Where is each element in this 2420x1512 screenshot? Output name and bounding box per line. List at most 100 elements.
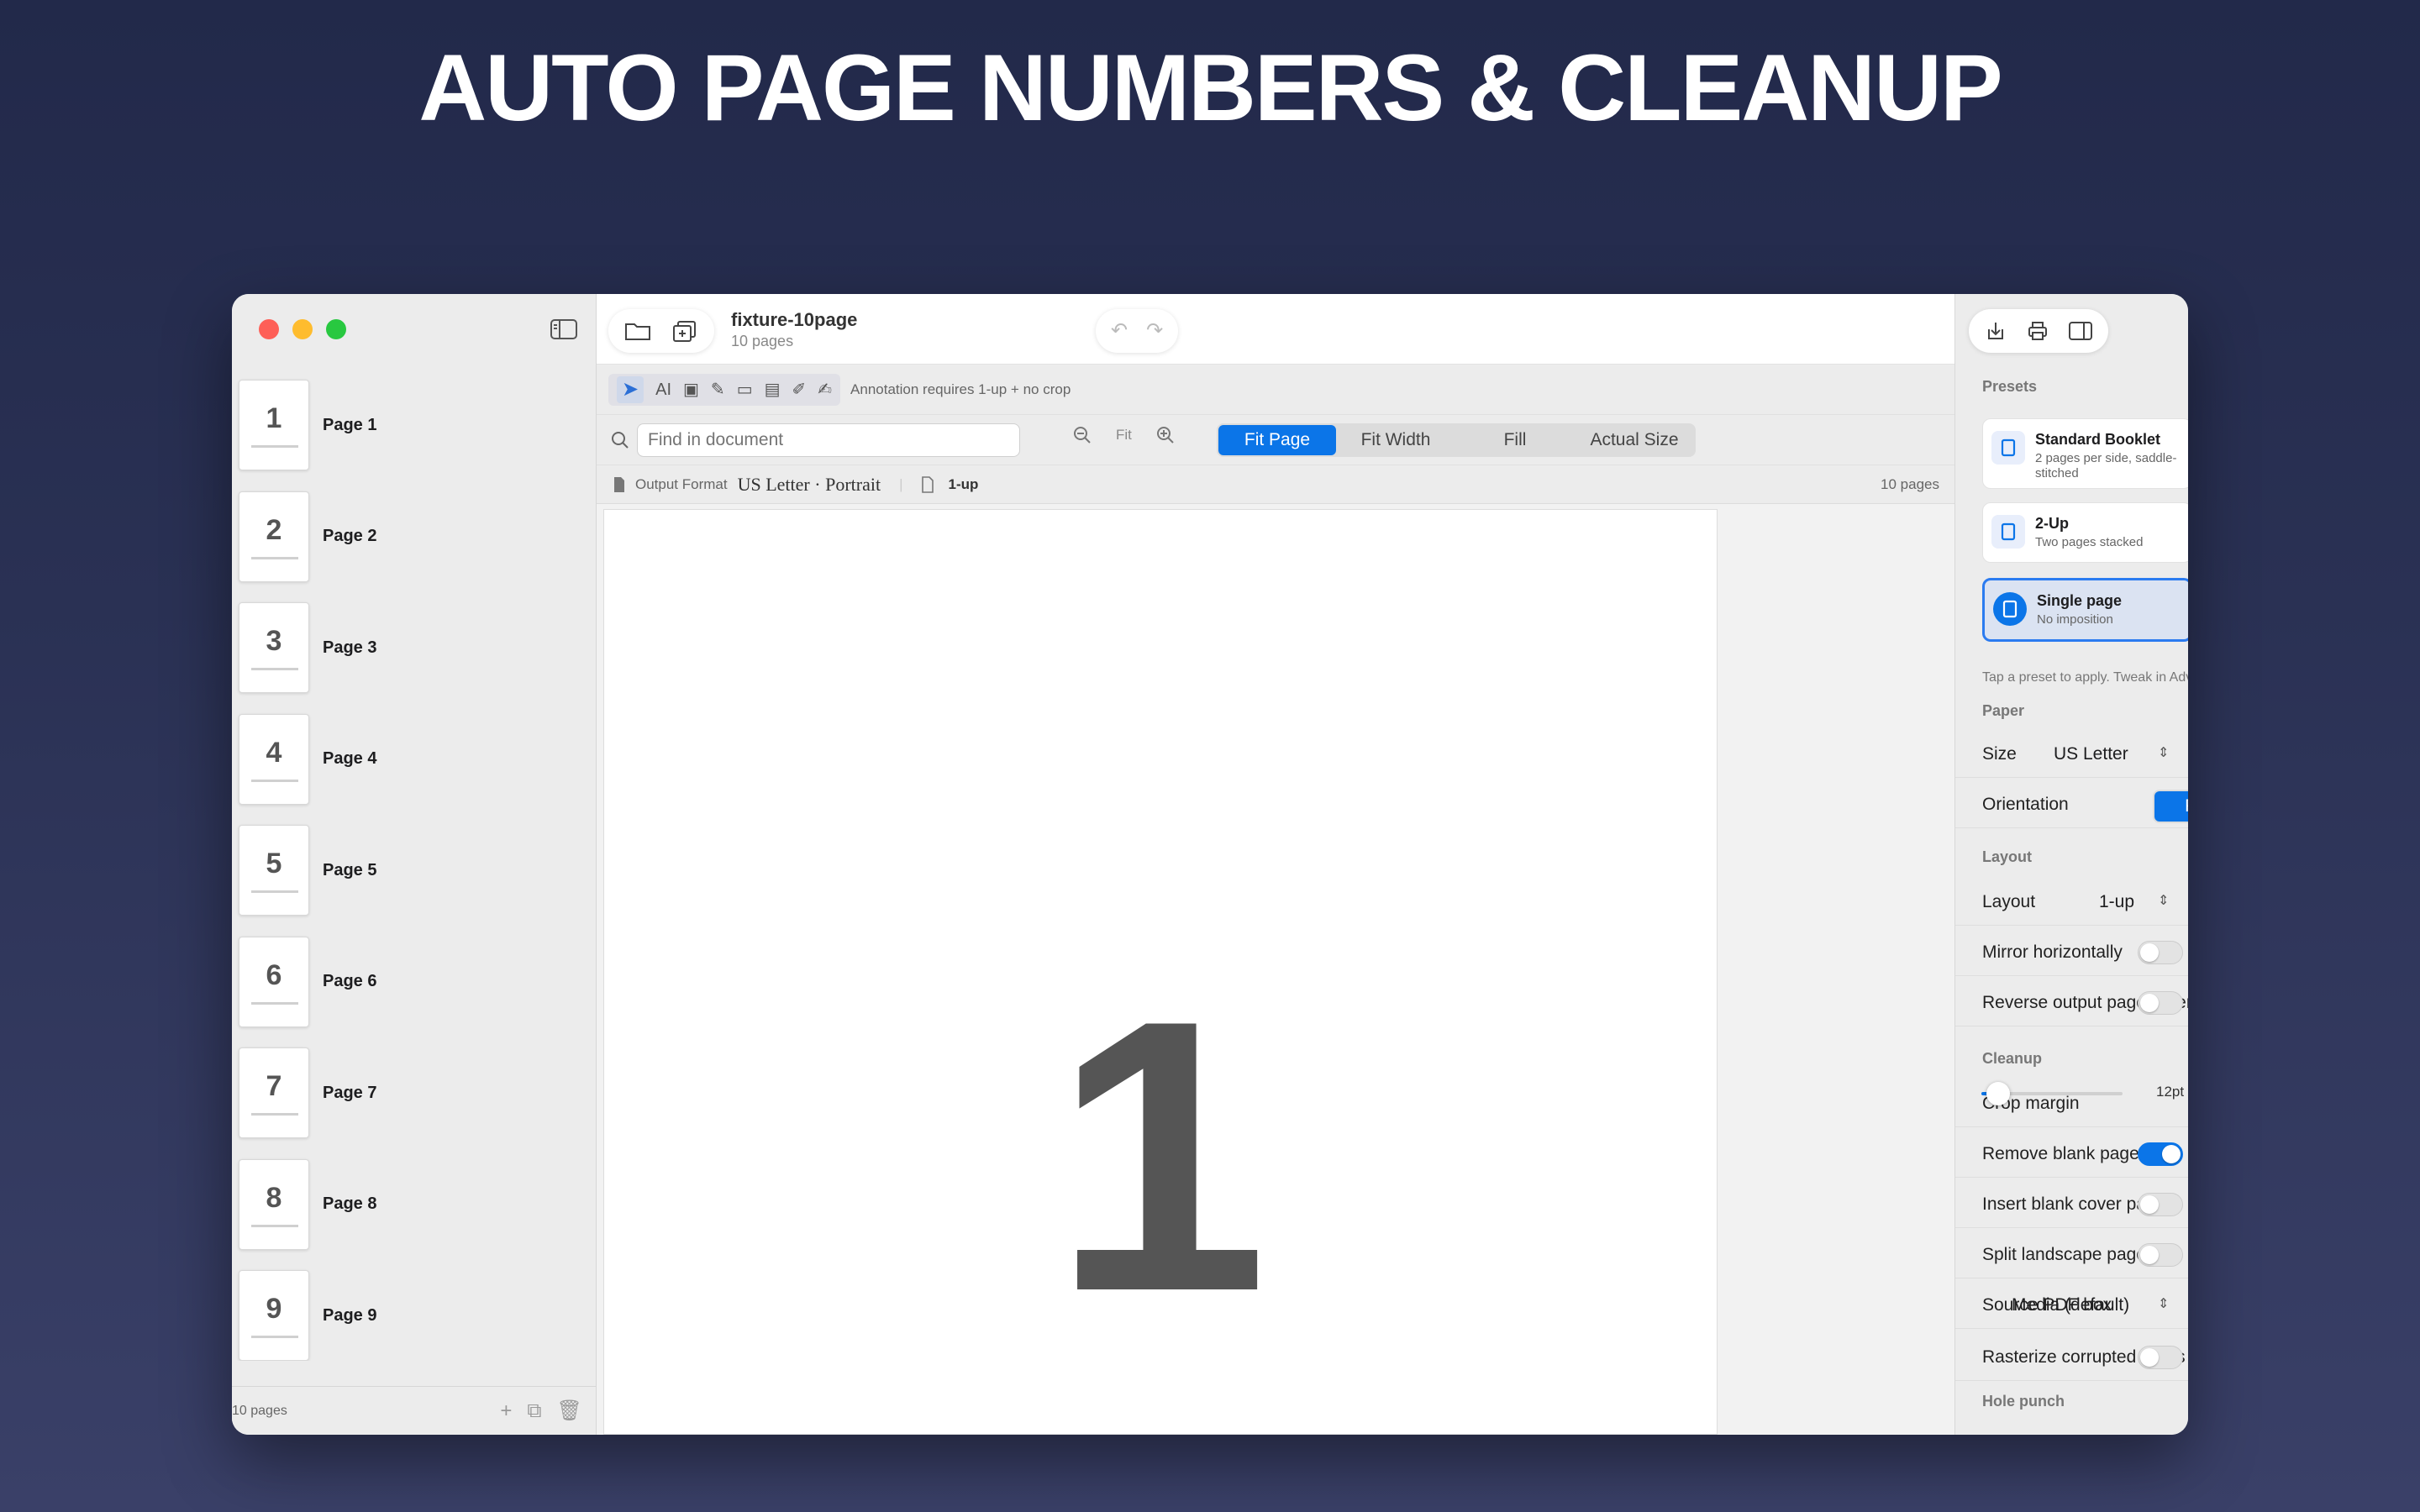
view-mode-fill[interactable]: Fill [1455, 425, 1575, 455]
crop-margin-slider[interactable] [1981, 1082, 2123, 1105]
thumbnail-number: 6 [266, 958, 282, 991]
thumbnail-text-lines [251, 668, 298, 671]
zoom-fit-button[interactable]: Fit [1116, 427, 1132, 444]
page-label: Page 9 [323, 1305, 377, 1325]
thumbnail-text-lines [251, 1001, 298, 1005]
reverse-order-toggle[interactable] [2138, 991, 2183, 1015]
add-page-icon[interactable]: + [500, 1399, 512, 1423]
sidebar-page-item[interactable]: 7 Page 7 [232, 1037, 596, 1149]
trash-icon[interactable]: 🗑 [557, 1399, 582, 1423]
page-label: Page 2 [323, 527, 377, 546]
annotation-tools: ➤ AI ▣ ✎ ▭ ▤ ✐ ✍ [608, 373, 841, 406]
mirror-toggle[interactable] [2138, 941, 2183, 964]
output-format-value[interactable]: US Letter · Portrait [738, 474, 881, 496]
page-label: Page 5 [323, 860, 377, 879]
export-icon[interactable] [1984, 319, 2007, 343]
thumbnail-number: 7 [266, 1070, 282, 1103]
document-subtitle: 10 pages [731, 333, 794, 349]
image-tool-icon[interactable]: ▣ [683, 381, 699, 398]
page-preview[interactable]: 1 [603, 509, 1718, 1435]
signature-icon[interactable]: ✍ [818, 381, 832, 398]
add-document-icon[interactable] [671, 319, 699, 343]
preset-name: Standard Booklet [2035, 431, 2161, 448]
text-tool-icon[interactable]: AI [655, 381, 671, 398]
top-toolbar: fixture-10page 10 pages ↶ ↷ [597, 294, 1954, 365]
pointer-icon[interactable]: ➤ [617, 375, 644, 403]
page-label: Page 1 [323, 415, 377, 434]
find-in-document-input[interactable] [637, 423, 1020, 457]
thumbnail-text-lines [251, 779, 298, 782]
close-button[interactable] [259, 319, 279, 339]
undo-icon[interactable]: ↶ [1111, 321, 1128, 341]
thumbnail-text-lines [251, 1113, 298, 1116]
view-mode-fit-width[interactable]: Fit Width [1336, 425, 1455, 455]
open-folder-icon[interactable] [623, 319, 652, 343]
remove-blank-label: Remove blank pages [1982, 1143, 2149, 1163]
remove-blank-toggle[interactable] [2138, 1142, 2183, 1166]
sidebar-page-item[interactable]: 6 Page 6 [232, 927, 596, 1038]
preset-card[interactable]: Single page No imposition [1982, 578, 2188, 642]
sidebar-page-item[interactable]: 3 Page 3 [232, 592, 596, 704]
output-format-bar: Output Format US Letter · Portrait | 1-u… [597, 465, 1954, 504]
layout-value[interactable]: 1-up [2099, 892, 2134, 912]
split-landscape-toggle[interactable] [2138, 1243, 2183, 1267]
sidebar-toggle-icon[interactable] [550, 318, 578, 341]
duplicate-icon[interactable]: ⧉ [527, 1399, 541, 1423]
paper-heading: Paper [1982, 702, 2025, 719]
sidebar-page-item[interactable]: 5 Page 5 [232, 815, 596, 927]
page-canvas: 1 [597, 504, 1954, 1435]
comment-icon[interactable]: ▤ [765, 381, 781, 398]
pen-icon[interactable]: ✎ [711, 381, 725, 398]
print-icon[interactable] [2026, 319, 2049, 343]
sidebar-page-item[interactable]: 1 Page 1 [232, 370, 596, 481]
sidebar-page-item[interactable]: 4 Page 4 [232, 704, 596, 816]
minimize-button[interactable] [292, 319, 313, 339]
sidebar-page-item[interactable]: 8 Page 8 [232, 1149, 596, 1261]
zoom-out-icon[interactable] [1072, 425, 1092, 445]
preset-card[interactable]: Standard Booklet 2 pages per side, saddle… [1982, 418, 2188, 489]
thumbnail-text-lines [251, 1224, 298, 1227]
history-actions: ↶ ↷ [1096, 309, 1179, 353]
preset-hint: Tap a preset to apply. Tweak in Advanced… [1982, 670, 2188, 685]
preset-name: 2-Up [2035, 515, 2069, 532]
thumbnail-number: 3 [266, 625, 282, 658]
preset-card[interactable]: 2-Up Two pages stacked [1982, 502, 2188, 563]
output-format-label: Output Format [635, 475, 728, 492]
orientation-row: Orientation PortraitLandscape [1955, 781, 2188, 828]
layout-stepper-icon[interactable]: ⇕ [2158, 892, 2169, 909]
layout-row[interactable]: Layout [1955, 879, 2188, 926]
output-page-count: 10 pages [1881, 475, 1939, 492]
source-box-stepper-icon[interactable]: ⇕ [2158, 1295, 2169, 1312]
view-mode-fit-page[interactable]: Fit Page [1218, 425, 1336, 455]
sidebar-page-item[interactable]: 2 Page 2 [232, 481, 596, 593]
crop-margin-knob[interactable] [1986, 1082, 2011, 1105]
sidebar-footer: 10 pages + ⧉ 🗑 [232, 1386, 596, 1435]
document-icon [614, 476, 624, 492]
source-box-value[interactable]: Media (default) [2012, 1295, 2129, 1315]
preset-name: Single page [2037, 592, 2123, 609]
size-value[interactable]: US Letter [2054, 744, 2128, 764]
zoom-in-icon[interactable] [1155, 425, 1176, 445]
highlighter-icon[interactable]: ✐ [792, 381, 807, 398]
insert-cover-toggle[interactable] [2138, 1193, 2183, 1216]
page-thumbnail: 7 [239, 1047, 309, 1139]
document-title: fixture-10page [731, 309, 858, 330]
thumbnail-number: 4 [266, 736, 282, 769]
redo-icon[interactable]: ↷ [1146, 321, 1163, 341]
cleanup-heading: Cleanup [1982, 1050, 2043, 1067]
rectangle-icon[interactable]: ▭ [737, 381, 753, 398]
thumbnail-number: 1 [266, 402, 282, 435]
thumbnail-number: 9 [266, 1293, 282, 1326]
zoom-button[interactable] [326, 319, 346, 339]
view-mode-actual-size[interactable]: Actual Size [1575, 425, 1694, 455]
orientation-segmented-control: PortraitLandscape [2153, 790, 2188, 823]
rasterize-toggle[interactable] [2138, 1346, 2183, 1369]
annotation-toolbar: ➤ AI ▣ ✎ ▭ ▤ ✐ ✍ Annotation requires 1-u… [597, 365, 1954, 415]
thumbnail-text-lines [251, 1336, 298, 1339]
size-stepper-icon[interactable]: ⇕ [2158, 744, 2169, 761]
page-thumbnail: 4 [239, 713, 309, 805]
page-thumbnail: 6 [239, 936, 309, 1027]
orientation-portrait[interactable]: Portrait [2154, 791, 2188, 822]
sidebar-page-item[interactable]: 9 Page 9 [232, 1260, 596, 1361]
inspector-toggle-icon[interactable] [2068, 319, 2093, 343]
